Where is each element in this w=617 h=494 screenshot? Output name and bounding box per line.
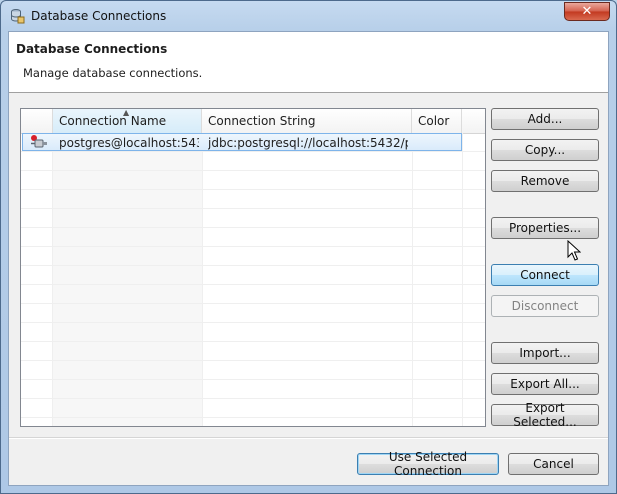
column-divider <box>462 133 463 426</box>
mouse-cursor-icon <box>567 240 581 261</box>
dialog-header: Database Connections Manage database con… <box>9 32 608 93</box>
icon-column-header[interactable] <box>21 109 53 133</box>
import-button[interactable]: Import... <box>491 342 599 364</box>
remove-button[interactable]: Remove <box>491 170 599 192</box>
column-header-color[interactable]: Color <box>412 109 462 133</box>
row-divider <box>21 341 485 342</box>
row-divider <box>21 398 485 399</box>
row-divider <box>21 284 485 285</box>
row-divider <box>21 417 485 418</box>
dialog-client-area: Database Connections Manage database con… <box>8 31 609 486</box>
column-label: Color <box>418 114 450 128</box>
use-selected-connection-button[interactable]: Use Selected Connection <box>357 450 499 478</box>
row-divider <box>21 303 485 304</box>
column-header-connection-string[interactable]: Connection String <box>202 109 412 133</box>
row-divider <box>21 322 485 323</box>
window-title: Database Connections <box>31 9 167 23</box>
title-bar[interactable]: Database Connections ✕ <box>1 1 616 31</box>
copy-button[interactable]: Copy... <box>491 139 599 161</box>
column-label: Connection Name <box>59 114 167 128</box>
close-icon: ✕ <box>581 4 593 19</box>
row-divider <box>21 246 485 247</box>
footer-separator <box>9 437 608 439</box>
row-divider <box>21 189 485 190</box>
export-selected-button[interactable]: Export Selected... <box>491 401 599 429</box>
connection-string-cell: jdbc:postgresql://localhost:5432/post <box>208 136 408 150</box>
column-divider <box>412 133 413 426</box>
connect-button[interactable]: Connect <box>491 264 599 286</box>
dialog-heading: Database Connections <box>16 42 168 56</box>
row-divider <box>21 265 485 266</box>
color-cell <box>417 135 461 151</box>
database-app-icon <box>11 9 25 24</box>
dialog-description: Manage database connections. <box>23 66 203 80</box>
row-divider <box>21 360 485 361</box>
database-connections-window: Database Connections ✕ Database Connecti… <box>0 0 617 494</box>
column-divider <box>52 133 53 426</box>
connections-table[interactable]: ▲ Connection Name Connection String Colo… <box>20 108 486 427</box>
column-label: Connection String <box>208 114 316 128</box>
sorted-column-shade <box>53 133 202 426</box>
add-button[interactable]: Add... <box>491 108 599 130</box>
table-header: ▲ Connection Name Connection String Colo… <box>21 109 485 134</box>
disconnect-button[interactable]: Disconnect <box>491 295 599 317</box>
column-divider <box>202 133 203 426</box>
sort-ascending-icon: ▲ <box>123 108 130 117</box>
properties-button[interactable]: Properties... <box>491 217 599 239</box>
cancel-button[interactable]: Cancel <box>508 453 599 475</box>
row-divider <box>21 170 485 171</box>
row-divider <box>21 379 485 380</box>
row-divider <box>21 227 485 228</box>
connection-name-cell: postgres@localhost:5432 ( <box>59 136 199 150</box>
row-divider <box>21 151 485 152</box>
export-all-button[interactable]: Export All... <box>491 373 599 395</box>
row-divider <box>21 208 485 209</box>
close-button[interactable]: ✕ <box>564 2 610 21</box>
database-connection-icon <box>31 135 47 148</box>
column-header-connection-name[interactable]: ▲ Connection Name <box>53 109 202 133</box>
